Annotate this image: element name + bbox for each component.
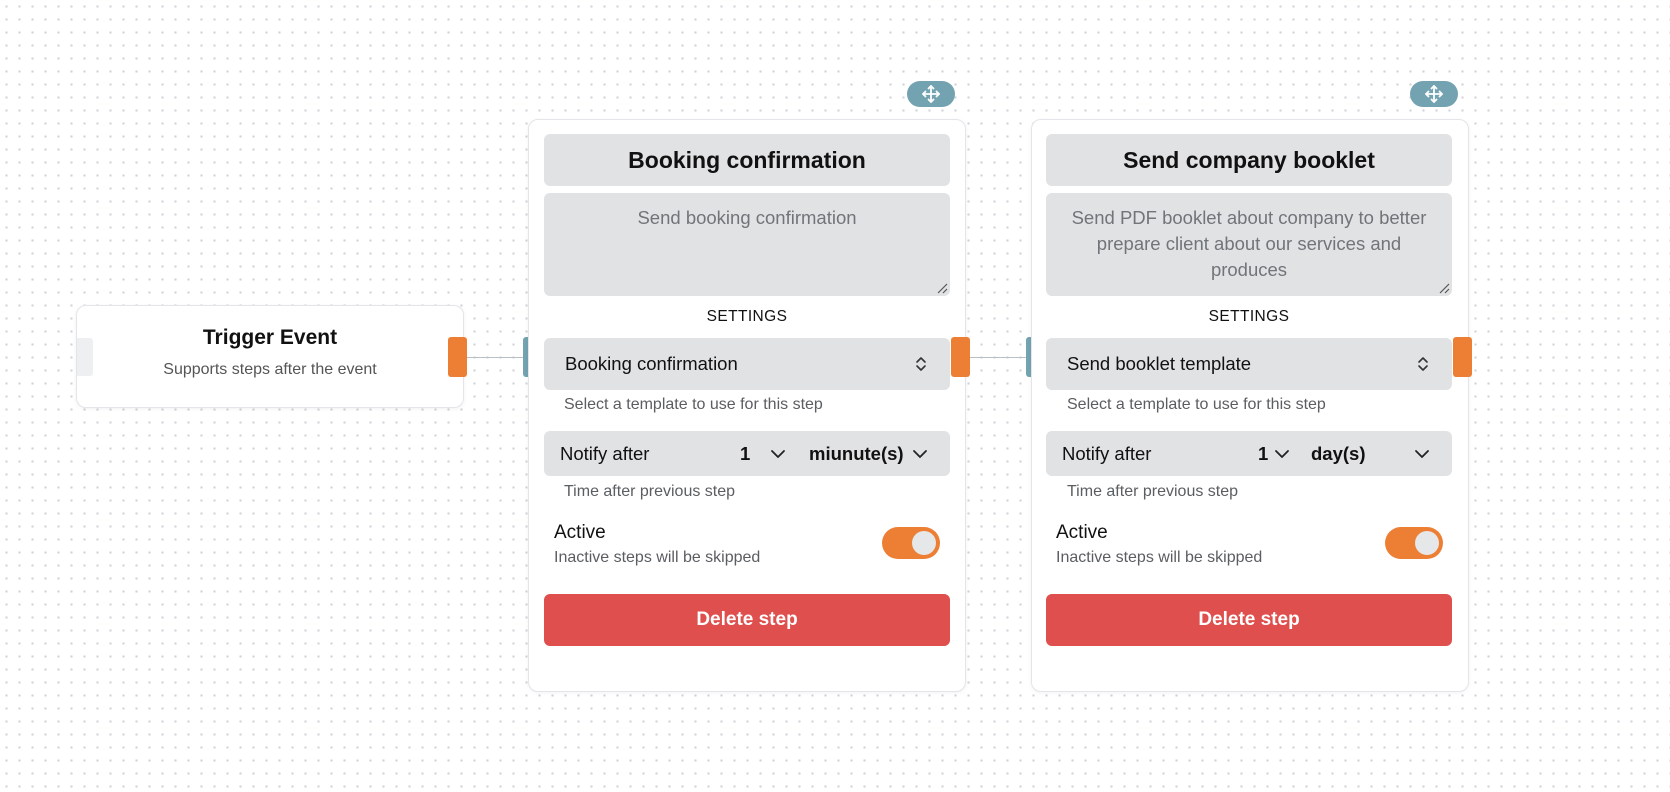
trigger-event-node[interactable]: Trigger Event Supports steps after the e… (76, 305, 464, 408)
connection-edge (970, 357, 1026, 358)
step-1-description-textarea[interactable]: Send booking confirmation (544, 193, 950, 296)
step-1-template-value: Booking confirmation (565, 353, 738, 374)
chevron-down-icon (1275, 449, 1290, 458)
step-2-active-toggle[interactable] (1385, 527, 1443, 559)
step-1-move-button[interactable] (907, 81, 955, 107)
step-2-template-value: Send booklet template (1067, 353, 1252, 374)
step-1-description-text: Send booking confirmation (637, 207, 857, 228)
toggle-knob (1415, 531, 1439, 555)
step-2-notify-amount: 1 (1258, 442, 1269, 464)
step-2-description-textarea[interactable]: Send PDF booklet about company to better… (1046, 193, 1452, 296)
step-2-description-text: Send PDF booklet about company to better… (1071, 207, 1427, 280)
resize-grip-icon[interactable] (1438, 282, 1450, 294)
step-1-template-select[interactable]: Booking confirmation (544, 338, 950, 390)
step-1-template-hint: Select a template to use for this step (564, 396, 823, 413)
step-2-output-handle[interactable] (1453, 337, 1472, 377)
updown-chevron-icon (1418, 357, 1428, 371)
step-2-notify-unit-select[interactable]: day(s) (1311, 443, 1430, 465)
step-2-notify-row: Notify after 1 day(s) (1046, 431, 1452, 476)
trigger-title: Trigger Event (202, 326, 338, 349)
connection-edge (467, 357, 523, 358)
step-1-active-hint: Inactive steps will be skipped (554, 549, 761, 566)
resize-grip-icon[interactable] (936, 282, 948, 294)
step-1-title-field[interactable]: Booking confirmation (544, 134, 950, 186)
step-2-settings-label: SETTINGS (1208, 308, 1290, 325)
step-1-notify-unit-select[interactable]: miunute(s) (809, 443, 928, 465)
step-2-move-button[interactable] (1410, 81, 1458, 107)
trigger-subtitle: Supports steps after the event (163, 361, 377, 378)
step-1-notify-hint: Time after previous step (564, 483, 736, 500)
step-2-template-hint: Select a template to use for this step (1067, 396, 1326, 413)
chevron-down-icon (771, 449, 786, 458)
chevron-down-icon (1415, 449, 1429, 458)
chevron-down-icon (912, 449, 927, 458)
step-2-notify-label: Notify after (1062, 442, 1152, 464)
step-1-notify-label: Notify after (560, 442, 650, 464)
step-1-notify-row: Notify after 1 miunute(s) (544, 431, 950, 476)
step-1-notify-amount: 1 (740, 442, 751, 464)
move-arrows-icon (922, 85, 940, 103)
step-2-notify-unit: day(s) (1311, 442, 1366, 464)
step-2-template-select[interactable]: Send booklet template (1046, 338, 1452, 390)
step-2-active-label: Active (1056, 522, 1108, 543)
toggle-knob (912, 531, 936, 555)
step-2-notify-amount-select[interactable]: 1 (1258, 443, 1290, 465)
move-arrows-icon (1425, 85, 1443, 103)
step-1-settings-label: SETTINGS (706, 308, 788, 325)
step-2-title-field[interactable]: Send company booklet (1046, 134, 1452, 186)
trigger-output-handle[interactable] (448, 337, 467, 377)
step-1-delete-button[interactable]: Delete step (544, 594, 950, 646)
step-1-output-handle[interactable] (951, 337, 970, 377)
step-2-active-hint: Inactive steps will be skipped (1056, 549, 1263, 566)
updown-chevron-icon (916, 357, 926, 371)
step-2-notify-hint: Time after previous step (1067, 483, 1239, 500)
step-1-notify-amount-select[interactable]: 1 (740, 443, 786, 465)
step-2-delete-button[interactable]: Delete step (1046, 594, 1452, 646)
step-1-notify-unit: miunute(s) (809, 442, 904, 464)
step-1-active-label: Active (554, 522, 606, 543)
step-1-active-toggle[interactable] (882, 527, 940, 559)
